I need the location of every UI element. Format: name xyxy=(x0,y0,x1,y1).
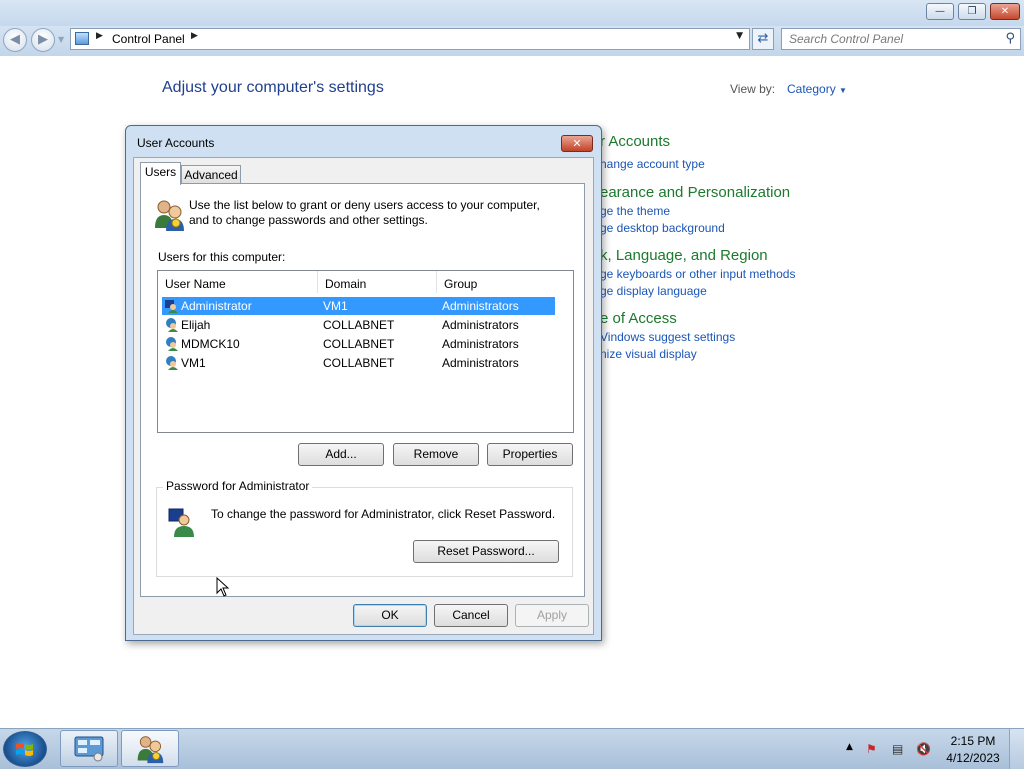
dialog-title: User Accounts xyxy=(137,136,215,150)
user-name-cell: Elijah xyxy=(181,318,211,332)
show-desktop-button[interactable] xyxy=(1009,729,1024,769)
dialog-close-button[interactable]: ✕ xyxy=(561,135,593,152)
domain-cell: COLLABNET xyxy=(323,356,395,370)
domain-cell: VM1 xyxy=(323,299,348,313)
table-row[interactable]: Administrator VM1 Administrators xyxy=(162,297,555,315)
group-cell: Administrators xyxy=(442,337,519,351)
link-change-account-type[interactable]: hange account type xyxy=(600,157,705,171)
user-name-cell: VM1 xyxy=(181,356,206,370)
group-cell: Administrators xyxy=(442,299,519,313)
user-icon xyxy=(166,356,178,370)
users-icon xyxy=(137,736,164,764)
search-icon[interactable]: ⚲ xyxy=(1005,31,1015,46)
control-panel-icon xyxy=(75,32,89,45)
maximize-button[interactable]: ❐ xyxy=(958,3,986,20)
user-icon xyxy=(165,300,178,313)
table-row[interactable]: VM1 COLLABNET Administrators xyxy=(162,354,555,372)
table-row[interactable]: Elijah COLLABNET Administrators xyxy=(162,316,555,334)
address-bar[interactable]: ▶ Control Panel ▶ ▼ xyxy=(70,28,750,50)
add-user-button[interactable]: Add... xyxy=(298,443,384,466)
apply-button[interactable]: Apply xyxy=(515,604,589,627)
user-key-icon xyxy=(168,508,194,537)
cancel-button[interactable]: Cancel xyxy=(434,604,508,627)
navigation-bar: ◀ ▶ ▼ ▶ Control Panel ▶ ▼ ⇄ Search Contr… xyxy=(0,26,1024,56)
link-keyboards[interactable]: ge keyboards or other input methods xyxy=(600,267,795,281)
clock-date[interactable]: 4/12/2023 xyxy=(938,751,1008,765)
tab-advanced[interactable]: Advanced xyxy=(181,165,241,185)
view-by-label: View by: xyxy=(730,82,776,96)
chevron-right-icon[interactable]: ▶ xyxy=(191,31,198,41)
link-display-language[interactable]: ge display language xyxy=(600,284,707,298)
column-header-domain[interactable]: Domain xyxy=(318,271,437,293)
minimize-button[interactable]: — xyxy=(926,3,954,20)
password-instructions: To change the password for Administrator… xyxy=(211,507,556,521)
link-visual-display[interactable]: nize visual display xyxy=(600,347,697,361)
refresh-button[interactable]: ⇄ xyxy=(752,28,774,50)
clock-time[interactable]: 2:15 PM xyxy=(938,734,1008,748)
volume-muted-icon[interactable]: 🔇 xyxy=(916,742,931,756)
domain-cell: COLLABNET xyxy=(323,337,395,351)
back-button[interactable]: ◀ xyxy=(3,28,27,52)
link-desktop-background[interactable]: ge desktop background xyxy=(600,221,725,235)
group-cell: Administrators xyxy=(442,356,519,370)
mouse-cursor xyxy=(216,577,230,597)
user-icon xyxy=(166,337,178,351)
password-group-label: Password for Administrator xyxy=(163,479,313,493)
remove-user-button[interactable]: Remove xyxy=(393,443,479,466)
category-user-accounts[interactable]: r Accounts xyxy=(600,133,670,150)
reset-password-button[interactable]: Reset Password... xyxy=(413,540,559,563)
show-hidden-icons-icon[interactable]: ▲ xyxy=(846,742,853,752)
category-ease-of-access[interactable]: e of Access xyxy=(600,310,677,327)
group-cell: Administrators xyxy=(442,318,519,332)
domain-cell: COLLABNET xyxy=(323,318,395,332)
column-header-user-name[interactable]: User Name xyxy=(158,271,318,293)
windows-logo-icon xyxy=(16,743,33,756)
network-icon[interactable]: ▤ xyxy=(892,742,903,756)
action-center-flag-icon[interactable]: ⚑ xyxy=(866,742,877,756)
recent-pages-dropdown[interactable]: ▼ xyxy=(58,35,64,44)
password-group: Password for Administrator To change the… xyxy=(156,479,573,577)
chevron-right-icon[interactable]: ▶ xyxy=(96,31,103,41)
column-header-group[interactable]: Group xyxy=(437,271,557,293)
breadcrumb-control-panel[interactable]: Control Panel xyxy=(112,32,185,46)
search-box[interactable]: Search Control Panel ⚲ xyxy=(781,28,1021,50)
tab-users[interactable]: Users xyxy=(140,162,181,185)
taskbar-user-accounts[interactable] xyxy=(121,730,179,767)
link-change-theme[interactable]: ge the theme xyxy=(600,204,670,218)
chevron-down-icon[interactable]: ▼ xyxy=(839,86,847,95)
users-tab-panel: Use the list below to grant or deny user… xyxy=(140,183,585,597)
close-button[interactable]: ✕ xyxy=(990,3,1020,20)
address-dropdown-icon[interactable]: ▼ xyxy=(736,31,743,41)
category-clock-language-region[interactable]: k, Language, and Region xyxy=(600,247,768,264)
taskbar-control-panel[interactable] xyxy=(60,730,118,767)
ok-button[interactable]: OK xyxy=(353,604,427,627)
users-list[interactable]: User Name Domain Group Administrator VM1… xyxy=(157,270,574,433)
start-button[interactable] xyxy=(3,731,47,767)
user-name-cell: MDMCK10 xyxy=(181,337,240,351)
link-suggest-settings[interactable]: Vindows suggest settings xyxy=(600,330,735,344)
forward-button[interactable]: ▶ xyxy=(31,28,55,52)
window-title-bar: — ❐ ✕ xyxy=(0,0,1024,26)
table-row[interactable]: MDMCK10 COLLABNET Administrators xyxy=(162,335,555,353)
dialog-body: Users Advanced Use the list below to gra… xyxy=(133,157,594,635)
category-appearance[interactable]: earance and Personalization xyxy=(600,184,790,201)
user-name-cell: Administrator xyxy=(181,299,252,313)
control-panel-icon xyxy=(74,736,104,762)
taskbar: ▲ ⚑ ▤ 🔇 2:15 PM 4/12/2023 xyxy=(0,728,1024,769)
user-accounts-dialog: User Accounts ✕ Users Advanced Use the l… xyxy=(125,125,602,641)
view-by-value[interactable]: Category xyxy=(787,82,836,96)
page-title: Adjust your computer's settings xyxy=(162,79,384,96)
view-by-dropdown[interactable]: Category ▼ xyxy=(787,82,847,96)
user-icon xyxy=(166,318,178,332)
properties-button[interactable]: Properties xyxy=(487,443,573,466)
search-input[interactable]: Search Control Panel xyxy=(789,32,903,46)
users-list-label: Users for this computer: xyxy=(158,250,286,264)
